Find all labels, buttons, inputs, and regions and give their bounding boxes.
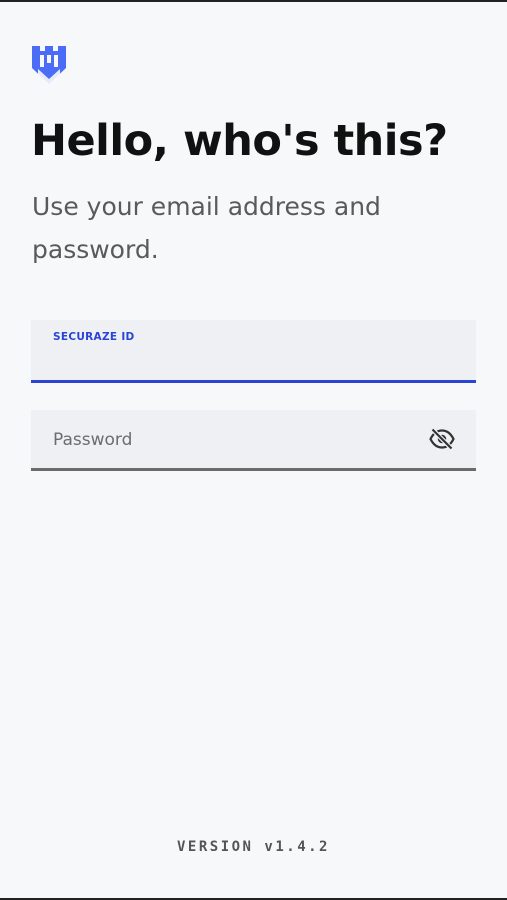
eye-off-icon[interactable] — [429, 427, 455, 451]
securaze-id-label: SECURAZE ID — [53, 331, 135, 343]
page-subtitle: Use your email address and password. — [32, 192, 381, 264]
page-title: Hello, who's this? — [31, 116, 448, 166]
shield-logo-icon — [30, 44, 68, 86]
securaze-id-field[interactable]: SECURAZE ID — [31, 320, 476, 383]
password-input[interactable] — [53, 427, 413, 453]
securaze-id-input[interactable] — [53, 350, 453, 374]
password-field[interactable] — [31, 410, 476, 471]
app-version: VERSION v1.4.2 — [176, 839, 330, 855]
